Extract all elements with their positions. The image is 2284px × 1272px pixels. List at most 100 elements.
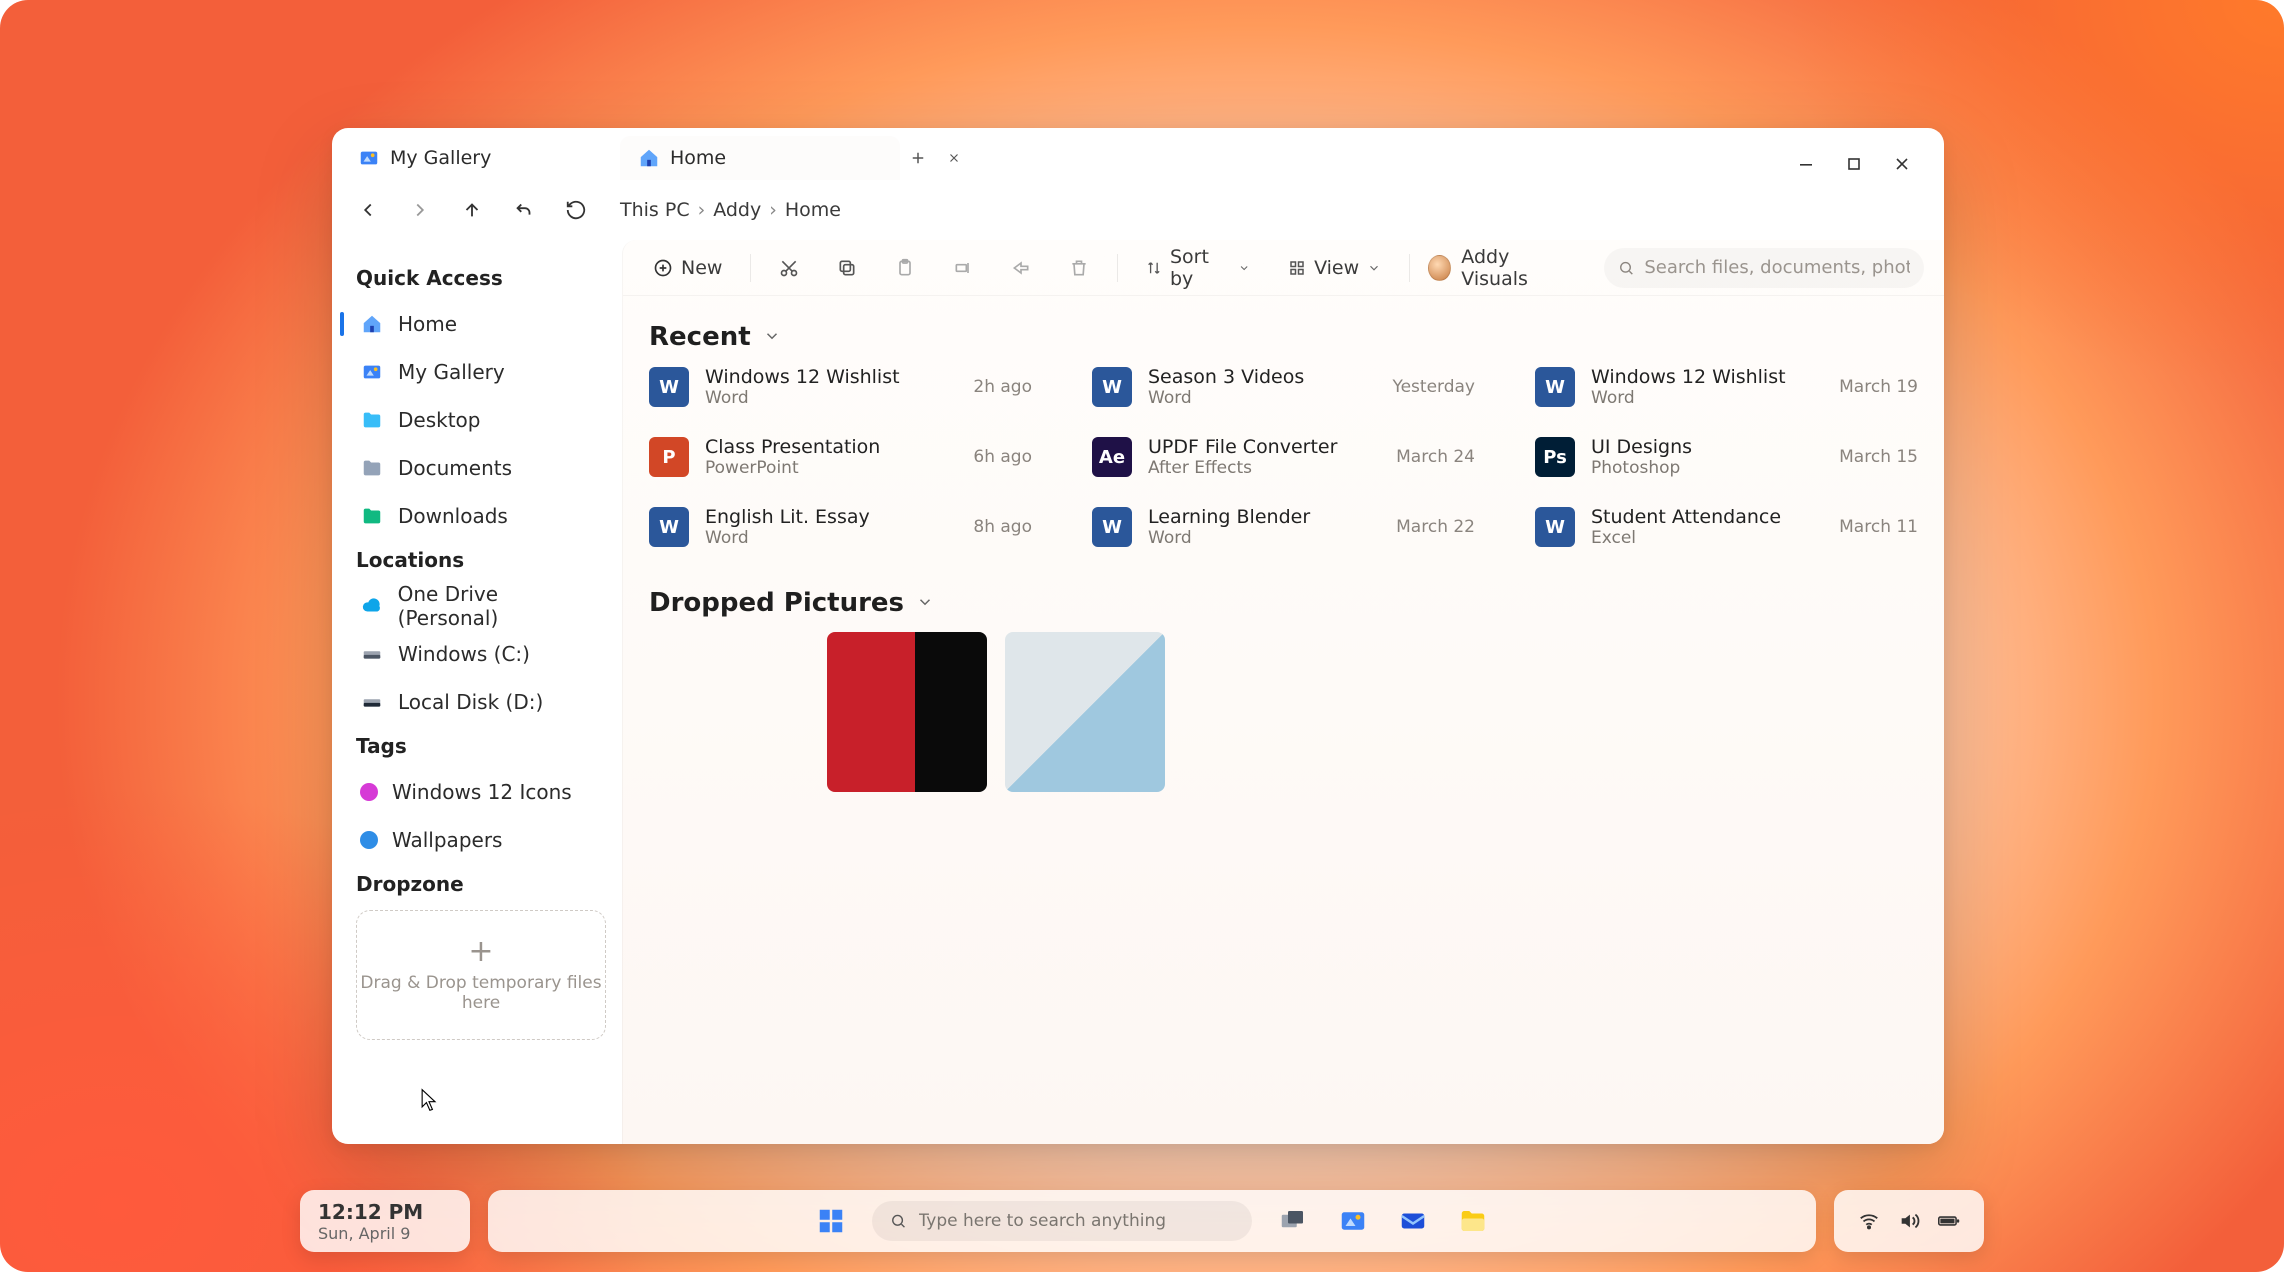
crumb-this-pc[interactable]: This PC <box>620 199 690 221</box>
file-app: PowerPoint <box>705 458 957 478</box>
folder-icon <box>360 456 384 480</box>
file-app: Excel <box>1591 528 1823 548</box>
avatar-icon <box>1428 255 1451 281</box>
sidebar-item-label: Documents <box>398 456 512 480</box>
start-button[interactable] <box>812 1202 850 1240</box>
task-view-button[interactable] <box>1274 1202 1312 1240</box>
sidebar-item-label: Local Disk (D:) <box>398 690 543 714</box>
sidebar-item-drive-c[interactable]: Windows (C:) <box>350 630 612 678</box>
chevron-right-icon: › <box>769 199 777 221</box>
sidebar-tag-wallpapers[interactable]: Wallpapers <box>350 816 612 864</box>
tab-home[interactable]: Home <box>620 136 900 180</box>
section-title: Recent <box>649 322 751 352</box>
file-name: UPDF File Converter <box>1148 436 1380 458</box>
taskbar-search[interactable] <box>872 1201 1252 1241</box>
drive-icon <box>360 642 384 666</box>
close-window-button[interactable] <box>1892 154 1912 174</box>
rename-button[interactable] <box>943 248 983 288</box>
thumbnail-mask[interactable] <box>1005 632 1165 792</box>
wifi-icon[interactable] <box>1858 1210 1880 1232</box>
locations-header: Locations <box>356 548 606 572</box>
sidebar-item-home[interactable]: Home <box>350 300 612 348</box>
thumbnail-dog-car[interactable] <box>827 632 987 792</box>
file-explorer-window: My Gallery Home This PC › Ad <box>332 128 1944 1144</box>
explorer-app-button[interactable] <box>1454 1202 1492 1240</box>
share-button[interactable] <box>1001 248 1041 288</box>
forward-button[interactable] <box>404 194 436 226</box>
sidebar-item-label: My Gallery <box>398 360 505 384</box>
refresh-button[interactable] <box>560 194 592 226</box>
file-item[interactable]: WLearning BlenderWordMarch 22 <box>1092 506 1475 548</box>
system-tray[interactable] <box>1834 1190 1984 1252</box>
file-app-icon: Ps <box>1535 437 1575 477</box>
mail-app-button[interactable] <box>1394 1202 1432 1240</box>
file-item[interactable]: WStudent AttendanceExcelMarch 11 <box>1535 506 1918 548</box>
dropzone[interactable]: + Drag & Drop temporary files here <box>356 910 606 1040</box>
sort-button[interactable]: Sort by <box>1136 248 1260 288</box>
back-button[interactable] <box>352 194 384 226</box>
user-chip[interactable]: Addy Visuals <box>1428 246 1568 290</box>
sidebar-item-desktop[interactable]: Desktop <box>350 396 612 444</box>
close-tab-button[interactable] <box>936 140 972 176</box>
photos-app-button[interactable] <box>1334 1202 1372 1240</box>
search-input[interactable] <box>1644 257 1910 278</box>
file-item[interactable]: WEnglish Lit. EssayWord8h ago <box>649 506 1032 548</box>
undo-button[interactable] <box>508 194 540 226</box>
sidebar-item-documents[interactable]: Documents <box>350 444 612 492</box>
volume-icon[interactable] <box>1898 1210 1920 1232</box>
section-title: Dropped Pictures <box>649 588 904 618</box>
minimize-button[interactable] <box>1796 154 1816 174</box>
file-app: Word <box>1148 528 1380 548</box>
file-app: Word <box>705 388 957 408</box>
dropped-section-header[interactable]: Dropped Pictures <box>649 588 1918 618</box>
file-time: March 11 <box>1839 517 1918 537</box>
maximize-button[interactable] <box>1844 154 1864 174</box>
up-button[interactable] <box>456 194 488 226</box>
cut-button[interactable] <box>769 248 809 288</box>
crumb-home[interactable]: Home <box>785 199 841 221</box>
new-button[interactable]: New <box>643 248 732 288</box>
window-tabbar: My Gallery Home <box>332 128 1944 180</box>
file-item[interactable]: WWindows 12 WishlistWordMarch 19 <box>1535 366 1918 408</box>
file-app: Word <box>1148 388 1376 408</box>
file-name: Windows 12 Wishlist <box>705 366 957 388</box>
tab-label: My Gallery <box>390 147 491 169</box>
recent-section-header[interactable]: Recent <box>649 322 1918 352</box>
search-icon <box>890 1212 907 1230</box>
view-label: View <box>1314 257 1359 279</box>
tab-my-gallery[interactable]: My Gallery <box>340 136 620 180</box>
file-item[interactable]: WSeason 3 VideosWordYesterday <box>1092 366 1475 408</box>
battery-icon[interactable] <box>1938 1210 1960 1232</box>
sidebar-item-label: Windows (C:) <box>398 642 530 666</box>
sidebar-item-downloads[interactable]: Downloads <box>350 492 612 540</box>
file-item[interactable]: PsUI DesignsPhotoshopMarch 15 <box>1535 436 1918 478</box>
sidebar-item-onedrive[interactable]: One Drive (Personal) <box>350 582 612 630</box>
folder-icon <box>360 408 384 432</box>
sort-label: Sort by <box>1170 246 1230 290</box>
taskbar-clock[interactable]: 12:12 PM Sun, April 9 <box>300 1190 470 1252</box>
copy-button[interactable] <box>827 248 867 288</box>
dropzone-text: Drag & Drop temporary files here <box>357 973 605 1013</box>
sidebar-item-label: Home <box>398 312 457 336</box>
file-item[interactable]: WWindows 12 WishlistWord2h ago <box>649 366 1032 408</box>
view-button[interactable]: View <box>1278 248 1391 288</box>
sidebar-tag-win12-icons[interactable]: Windows 12 Icons <box>350 768 612 816</box>
taskbar-search-input[interactable] <box>919 1211 1234 1231</box>
paste-button[interactable] <box>885 248 925 288</box>
file-time: March 22 <box>1396 517 1475 537</box>
breadcrumb: This PC › Addy › Home <box>620 199 841 221</box>
chevron-down-icon <box>1238 261 1250 275</box>
file-item[interactable]: AeUPDF File ConverterAfter EffectsMarch … <box>1092 436 1475 478</box>
thumbnail-sparkler[interactable] <box>649 632 809 792</box>
home-icon <box>360 312 384 336</box>
crumb-addy[interactable]: Addy <box>713 199 761 221</box>
file-item[interactable]: PClass PresentationPowerPoint6h ago <box>649 436 1032 478</box>
new-button-label: New <box>681 257 722 279</box>
delete-button[interactable] <box>1059 248 1099 288</box>
search-box[interactable] <box>1604 248 1924 288</box>
sidebar-item-gallery[interactable]: My Gallery <box>350 348 612 396</box>
new-tab-button[interactable] <box>900 140 936 176</box>
sidebar-item-drive-d[interactable]: Local Disk (D:) <box>350 678 612 726</box>
clock-date: Sun, April 9 <box>318 1224 452 1243</box>
navigation-bar: This PC › Addy › Home <box>332 180 1944 240</box>
